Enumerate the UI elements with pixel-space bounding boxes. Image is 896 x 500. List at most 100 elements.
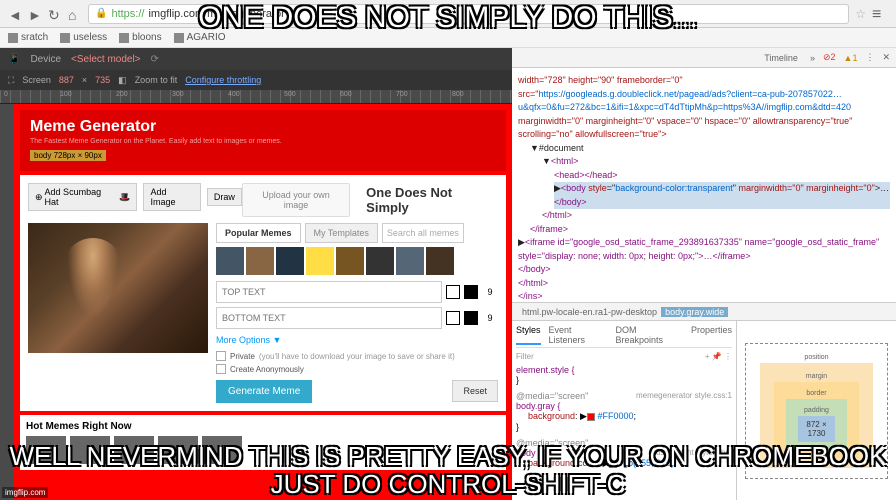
template-thumb[interactable] — [246, 247, 274, 275]
color-swatch-icon[interactable] — [587, 413, 595, 421]
site-title: Meme Generator — [30, 118, 496, 136]
warning-count[interactable]: ▲1 — [844, 53, 858, 63]
top-text-input[interactable] — [216, 281, 442, 303]
breadcrumb-item[interactable]: html.pw-locale-en.ra1-pw-desktop — [518, 307, 661, 317]
device-model-select[interactable]: <Select model> — [71, 54, 141, 65]
private-checkbox[interactable] — [216, 351, 226, 361]
tab-event-listeners[interactable]: Event Listeners — [549, 325, 608, 345]
reload-icon[interactable]: ↻ — [48, 7, 62, 21]
hot-thumb[interactable] — [114, 436, 154, 464]
chrome-menu-icon[interactable]: ≡ — [872, 6, 888, 22]
hot-thumb[interactable] — [158, 436, 198, 464]
upload-button[interactable]: Upload your own image — [242, 183, 350, 217]
throttle-link[interactable]: Configure throttling — [185, 75, 261, 85]
hat-icon: 🎩 — [119, 192, 130, 203]
home-icon[interactable]: ⌂ — [68, 7, 82, 21]
template-thumb[interactable] — [276, 247, 304, 275]
plus-icon: ⊕ — [35, 192, 43, 203]
draw-button[interactable]: Draw — [207, 188, 242, 206]
devtools-panel: Timeline » ⊘2 ▲1 ⋮ ✕ width="728" height=… — [512, 48, 896, 500]
template-thumb[interactable] — [216, 247, 244, 275]
url-protocol: https:// — [111, 8, 144, 20]
hot-thumb[interactable] — [70, 436, 110, 464]
styles-filter[interactable]: Filter — [516, 352, 534, 361]
lock-icon: 🔒 — [95, 8, 107, 19]
rotate-icon[interactable]: ⟳ — [151, 54, 159, 65]
template-name: One Does Not Simply — [366, 185, 498, 215]
bookmark-item[interactable]: useless — [60, 32, 107, 43]
ruler-vertical — [0, 104, 14, 500]
favicon-icon — [8, 33, 18, 43]
selected-element[interactable]: ▶<body style="background-color:transpare… — [554, 182, 890, 209]
meme-preview-image — [28, 223, 208, 353]
text-color-picker[interactable] — [446, 311, 460, 325]
search-memes-input[interactable]: Search all memes — [382, 223, 464, 243]
template-thumb[interactable] — [366, 247, 394, 275]
outline-color-picker[interactable] — [464, 311, 478, 325]
phone-icon[interactable]: 📱 — [8, 54, 20, 65]
tab-popular[interactable]: Popular Memes — [216, 223, 301, 243]
tab-styles[interactable]: Styles — [516, 325, 541, 345]
tab-dom-breakpoints[interactable]: DOM Breakpoints — [615, 325, 683, 345]
bookmarks-bar: sratch useless bloons AGARIO — [0, 28, 896, 48]
element-breadcrumb: html.pw-locale-en.ra1-pw-desktop body.gr… — [512, 302, 896, 320]
url-path: imgflip.com/memegenerator — [148, 8, 284, 20]
hot-thumb[interactable] — [202, 436, 242, 464]
error-count[interactable]: ⊘2 — [823, 52, 836, 63]
private-label: Private — [230, 352, 255, 361]
watermark: imgflip.com — [2, 487, 48, 498]
anonymous-checkbox[interactable] — [216, 364, 226, 374]
zoom-select[interactable]: Zoom to fit — [135, 75, 178, 85]
url-bar[interactable]: 🔒 https:// imgflip.com/memegenerator — [88, 4, 849, 24]
bookmark-item[interactable]: bloons — [119, 32, 161, 43]
breadcrumb-item[interactable]: body.gray.wide — [661, 307, 728, 317]
ruler-horizontal: 0 100 200 300 400 500 600 700 800 — [0, 90, 512, 104]
elements-tree[interactable]: width="728" height="90" frameborder="0" … — [512, 68, 896, 302]
text-color-picker[interactable] — [446, 285, 460, 299]
close-devtools-icon[interactable]: ✕ — [882, 52, 890, 63]
add-image-button[interactable]: Add Image — [143, 183, 200, 211]
screen-height[interactable]: 735 — [95, 75, 110, 85]
timeline-tab[interactable]: Timeline — [760, 51, 802, 65]
hot-title: Hot Memes Right Now — [26, 421, 500, 432]
favicon-icon — [60, 33, 70, 43]
styles-pane[interactable]: Styles Event Listeners DOM Breakpoints P… — [512, 321, 736, 500]
screen-label: Screen — [22, 75, 51, 85]
dpr-icon[interactable]: ◧ — [118, 75, 127, 86]
bottom-text-input[interactable] — [216, 307, 442, 329]
template-thumb[interactable] — [336, 247, 364, 275]
template-thumb[interactable] — [396, 247, 424, 275]
anonymous-label: Create Anonymously — [230, 365, 304, 374]
more-options-link[interactable]: More Options ▼ — [216, 335, 498, 345]
site-subtitle: The Fastest Meme Generator on the Planet… — [30, 138, 496, 145]
template-thumb[interactable] — [426, 247, 454, 275]
site-viewport: Meme Generator The Fastest Meme Generato… — [14, 104, 512, 500]
color-swatch-icon[interactable] — [609, 460, 617, 468]
generate-button[interactable]: Generate Meme — [216, 380, 312, 403]
bookmark-star-icon[interactable]: ☆ — [855, 7, 866, 21]
outline-color-picker[interactable] — [464, 285, 478, 299]
screen-width[interactable]: 887 — [59, 75, 74, 85]
forward-icon[interactable]: ► — [28, 7, 42, 21]
reset-button[interactable]: Reset — [452, 380, 498, 402]
tab-properties[interactable]: Properties — [691, 325, 732, 345]
expand-icon[interactable]: ⛶ — [8, 75, 14, 86]
font-size[interactable]: 9 — [482, 287, 498, 297]
bookmark-item[interactable]: AGARIO — [174, 32, 226, 43]
template-thumb[interactable] — [306, 247, 334, 275]
favicon-icon — [119, 33, 129, 43]
element-size-tooltip: body 728px × 90px — [30, 150, 106, 161]
box-content-size: 872 × 1730 — [798, 416, 835, 442]
device-emulation-panel: 📱 Device <Select model> ⟳ ⛶ Screen 887 ×… — [0, 48, 512, 500]
tab-my-templates[interactable]: My Templates — [305, 223, 378, 243]
scumbag-hat-button[interactable]: ⊕Add Scumbag Hat🎩 — [28, 183, 137, 211]
hot-thumb[interactable] — [26, 436, 66, 464]
font-size[interactable]: 9 — [482, 313, 498, 323]
back-icon[interactable]: ◄ — [8, 7, 22, 21]
site-header: Meme Generator The Fastest Meme Generato… — [20, 110, 506, 171]
more-tabs-icon[interactable]: » — [810, 53, 815, 63]
bookmark-item[interactable]: sratch — [8, 32, 48, 43]
styles-toolbar-icons[interactable]: + 📌 ⋮ — [705, 352, 732, 361]
box-model-viewer: position margin border padding 872 × 173… — [736, 321, 896, 500]
devtools-settings-icon[interactable]: ⋮ — [865, 52, 874, 63]
